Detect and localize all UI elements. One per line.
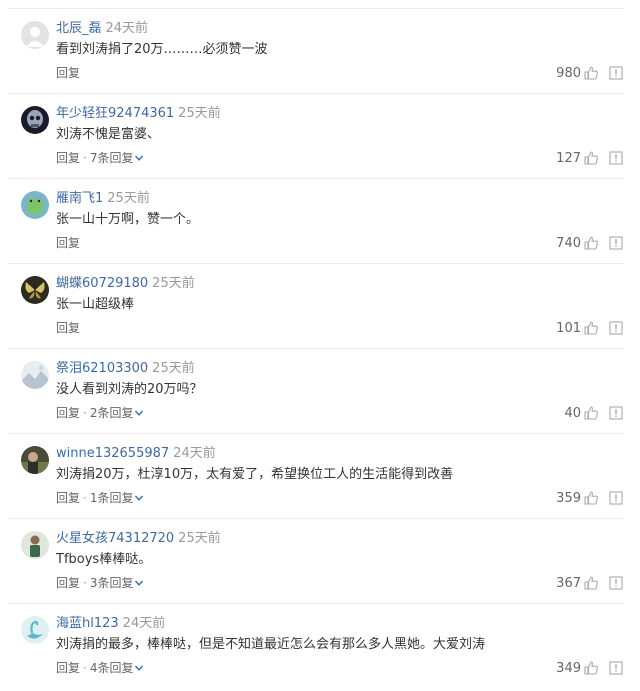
username[interactable]: 年少轻狂92474361 (56, 106, 174, 121)
thumbs-up-icon[interactable] (583, 405, 599, 421)
reply-button[interactable]: 回复 (56, 406, 80, 420)
username[interactable]: 火星女孩74312720 (56, 531, 174, 546)
comment-text: 看到刘涛捐了20万………必须赞一波 (56, 42, 268, 57)
avatar[interactable] (21, 531, 49, 559)
report-icon[interactable] (608, 65, 624, 81)
comment-time: 25天前 (152, 361, 195, 376)
view-replies-button[interactable]: 1条回复 (90, 491, 145, 505)
view-replies-button[interactable]: 7条回复 (90, 151, 145, 165)
like-count: 127 (556, 150, 581, 166)
report-icon[interactable] (608, 490, 624, 506)
comment-item: winne132655987 24天前 刘涛捐20万，杜淳10万，太有爱了，希望换… (8, 434, 624, 519)
thumbs-up-icon[interactable] (583, 320, 599, 336)
chevron-down-icon (135, 580, 144, 586)
avatar[interactable] (21, 446, 49, 474)
report-icon[interactable] (608, 150, 624, 166)
report-icon[interactable] (608, 575, 624, 591)
reply-button[interactable]: 回复 (56, 491, 80, 505)
comment-item: 火星女孩74312720 25天前 Tfboys棒棒哒。 回复 · 3条回复 367 (8, 519, 624, 604)
comment-time: 25天前 (178, 106, 221, 121)
comment-text: 张一山十万啊，赞一个。 (56, 212, 200, 227)
reply-button[interactable]: 回复 (56, 321, 80, 335)
replies-count: 2条回复 (89, 406, 134, 420)
comment-time: 25天前 (107, 191, 150, 206)
reply-button[interactable]: 回复 (56, 66, 80, 80)
separator-dot: · (83, 661, 87, 675)
comment-item: 蝴蝶60729180 25天前 张一山超级棒 回复 101 (8, 264, 624, 349)
separator-dot: · (83, 151, 87, 165)
avatar[interactable] (21, 191, 49, 219)
replies-count: 7条回复 (89, 151, 134, 165)
report-icon[interactable] (608, 405, 624, 421)
avatar[interactable] (21, 106, 49, 134)
like-count: 980 (556, 65, 581, 81)
comment-time: 25天前 (178, 531, 221, 546)
thumbs-up-icon[interactable] (583, 660, 599, 676)
like-count: 101 (556, 320, 581, 336)
separator-dot: · (83, 491, 87, 505)
thumbs-up-icon[interactable] (583, 65, 599, 81)
comment-item: 年少轻狂92474361 25天前 刘涛不愧是富婆、 回复 · 7条回复 127 (8, 94, 624, 179)
separator-dot: · (83, 576, 87, 590)
like-count: 740 (556, 235, 581, 251)
like-count: 40 (564, 405, 581, 421)
replies-count: 4条回复 (89, 661, 134, 675)
thumbs-up-icon[interactable] (583, 235, 599, 251)
report-icon[interactable] (608, 660, 624, 676)
comment-text: Tfboys棒棒哒。 (56, 552, 152, 567)
reply-button[interactable]: 回复 (56, 661, 80, 675)
thumbs-up-icon[interactable] (583, 150, 599, 166)
avatar[interactable] (21, 21, 49, 49)
comment-text: 刘涛捐20万，杜淳10万，太有爱了，希望换位工人的生活能得到改善 (56, 467, 454, 482)
thumbs-up-icon[interactable] (583, 490, 599, 506)
username[interactable]: 北辰_磊 (56, 21, 102, 36)
chevron-down-icon (135, 155, 144, 161)
reply-button[interactable]: 回复 (56, 576, 80, 590)
comment-text: 刘涛捐的最多，棒棒哒，但是不知道最近怎么会有那么多人黑她。大爱刘涛 (56, 637, 486, 652)
replies-count: 3条回复 (89, 576, 134, 590)
comment-item: 祭泪62103300 25天前 没人看到刘涛的20万吗？ 回复 · 2条回复 40 (8, 349, 624, 434)
replies-count: 1条回复 (89, 491, 134, 505)
reply-button[interactable]: 回复 (56, 151, 80, 165)
avatar[interactable] (21, 276, 49, 304)
report-icon[interactable] (608, 235, 624, 251)
comment-item: 雁南飞1 25天前 张一山十万啊，赞一个。 回复 740 (8, 179, 624, 264)
username[interactable]: 祭泪62103300 (56, 361, 148, 376)
comment-text: 没人看到刘涛的20万吗？ (56, 382, 203, 397)
comment-time: 25天前 (152, 276, 195, 291)
avatar[interactable] (21, 616, 49, 644)
like-count: 359 (556, 490, 581, 506)
chevron-down-icon (135, 495, 144, 501)
thumbs-up-icon[interactable] (583, 575, 599, 591)
report-icon[interactable] (608, 320, 624, 336)
avatar[interactable] (21, 361, 49, 389)
reply-button[interactable]: 回复 (56, 236, 80, 250)
like-count: 367 (556, 575, 581, 591)
view-replies-button[interactable]: 2条回复 (90, 406, 145, 420)
chevron-down-icon (135, 665, 144, 671)
like-count: 349 (556, 660, 581, 676)
comment-list: 北辰_磊 24天前 看到刘涛捐了20万………必须赞一波 回复 980 年少轻狂92… (0, 9, 640, 688)
username[interactable]: winne132655987 (56, 446, 169, 461)
username[interactable]: 蝴蝶60729180 (56, 276, 148, 291)
username[interactable]: 海蓝hl123 (56, 616, 119, 631)
comment-text: 张一山超级棒 (56, 297, 135, 312)
separator-dot: · (83, 406, 87, 420)
username[interactable]: 雁南飞1 (56, 191, 103, 206)
chevron-down-icon (135, 410, 144, 416)
comment-time: 24天前 (105, 21, 149, 36)
view-replies-button[interactable]: 3条回复 (90, 576, 145, 590)
comment-item: 海蓝hl123 24天前 刘涛捐的最多，棒棒哒，但是不知道最近怎么会有那么多人黑她… (8, 604, 624, 688)
comment-time: 24天前 (173, 446, 216, 461)
view-replies-button[interactable]: 4条回复 (90, 661, 145, 675)
comment-item: 北辰_磊 24天前 看到刘涛捐了20万………必须赞一波 回复 980 (8, 9, 624, 94)
comment-time: 24天前 (122, 616, 166, 631)
comment-text: 刘涛不愧是富婆、 (56, 127, 161, 142)
